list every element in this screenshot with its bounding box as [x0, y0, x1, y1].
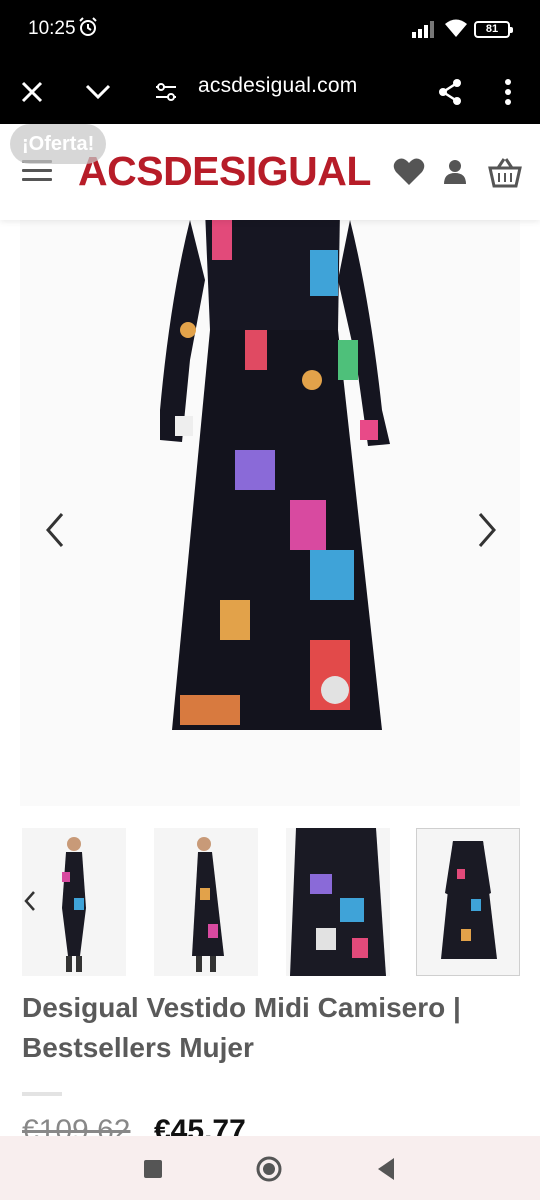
offer-badge: ¡Oferta! [10, 124, 107, 164]
thumbnail-strip [0, 828, 540, 976]
wifi-icon [445, 19, 467, 37]
prev-image-arrow[interactable] [40, 510, 70, 550]
site-settings-icon[interactable] [148, 74, 184, 110]
title-divider [22, 1092, 62, 1096]
home-icon[interactable] [254, 1154, 284, 1184]
battery-level: 81 [485, 23, 499, 35]
close-icon[interactable] [14, 74, 50, 110]
basket-icon[interactable] [488, 156, 522, 188]
product-title: Desigual Vestido Midi Camisero | Bestsel… [22, 992, 461, 1063]
signal-icon [412, 21, 434, 38]
web-page: ACSDESIGUAL ¡Oferta! Desigual Vestido Mi… [0, 124, 540, 1136]
browser-toolbar: acsdesigual.com [0, 60, 540, 124]
heart-icon[interactable] [392, 156, 426, 188]
original-price: €109,62 [22, 1114, 131, 1136]
dress-illustration [160, 210, 390, 730]
alarm-icon [79, 17, 97, 36]
thumbnail-dress-detail[interactable] [286, 828, 390, 976]
thumbnails-prev-arrow[interactable] [20, 886, 40, 916]
status-time: 10:25 [28, 18, 76, 39]
chevron-down-icon[interactable] [80, 74, 116, 110]
user-icon[interactable] [440, 156, 474, 188]
status-bar: 10:25 81 [0, 0, 540, 60]
next-image-arrow[interactable] [472, 510, 502, 550]
site-logo[interactable]: ACSDESIGUAL [78, 148, 371, 195]
battery-icon: 81 [474, 21, 513, 38]
system-nav-bar [0, 1136, 540, 1200]
thumbnail-model-side[interactable] [154, 828, 258, 976]
url-field[interactable]: acsdesigual.com [198, 74, 357, 98]
recents-icon[interactable] [138, 1154, 168, 1184]
back-icon[interactable] [372, 1154, 402, 1184]
sale-price: €45,77 [154, 1114, 246, 1136]
product-main-image[interactable] [20, 210, 520, 806]
share-icon[interactable] [432, 74, 468, 110]
more-vert-icon[interactable] [490, 74, 526, 110]
thumbnail-dress-flat[interactable] [416, 828, 520, 976]
